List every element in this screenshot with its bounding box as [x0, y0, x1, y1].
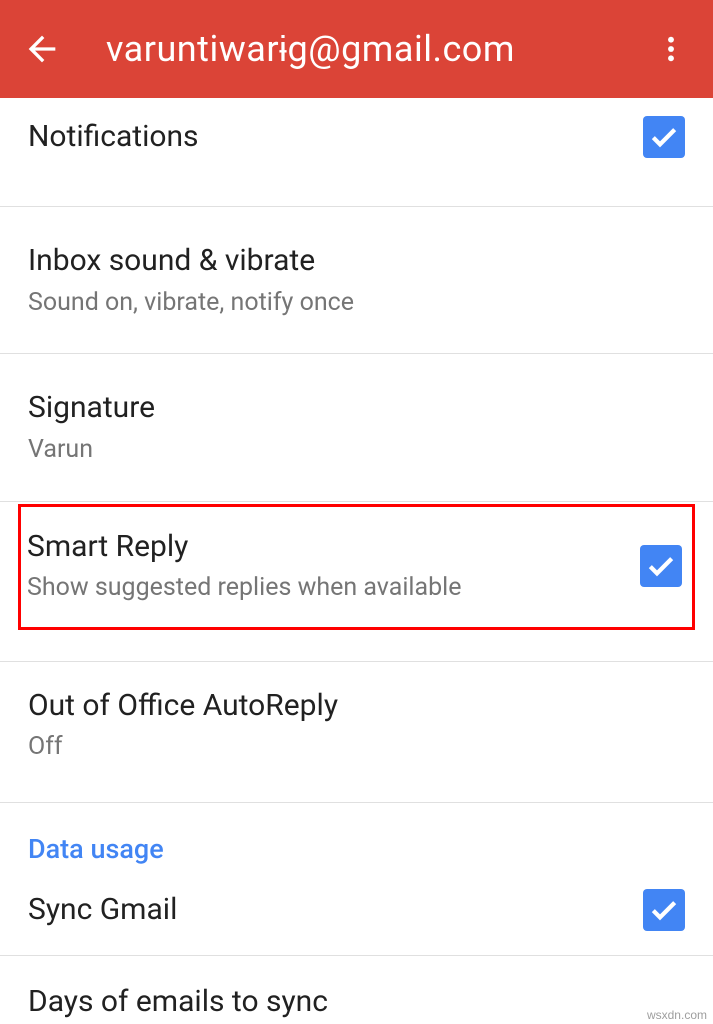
setting-out-of-office[interactable]: Out of Office AutoReply Off	[0, 662, 713, 803]
setting-smart-reply[interactable]: Smart Reply Show suggested replies when …	[21, 507, 692, 627]
check-icon	[648, 894, 680, 926]
watermark: wsxdn.com	[647, 1008, 707, 1022]
setting-title: Days of emails to sync	[28, 982, 685, 1023]
setting-subtitle: Show suggested replies when available	[27, 571, 620, 605]
setting-title: Sync Gmail	[28, 890, 623, 931]
setting-title: Smart Reply	[27, 527, 620, 568]
settings-list: Notifications Inbox sound & vibrate Soun…	[0, 98, 713, 1024]
setting-subtitle: Varun	[28, 433, 685, 467]
more-vert-icon	[655, 33, 687, 65]
setting-title: Signature	[28, 388, 685, 429]
setting-subtitle: Off	[28, 730, 685, 764]
setting-title: Inbox sound & vibrate	[28, 241, 685, 282]
smart-reply-highlight: Smart Reply Show suggested replies when …	[18, 504, 695, 630]
smart-reply-checkbox[interactable]	[640, 545, 682, 587]
divider	[0, 632, 713, 662]
setting-title: Out of Office AutoReply	[28, 686, 685, 727]
arrow-back-icon	[22, 29, 62, 69]
appbar: varuntiwarɨg@gmail.com	[0, 0, 713, 98]
notifications-checkbox[interactable]	[643, 116, 685, 158]
back-button[interactable]	[18, 25, 66, 73]
section-header-data-usage: Data usage	[0, 803, 713, 877]
overflow-menu-button[interactable]	[647, 25, 695, 73]
setting-signature[interactable]: Signature Varun	[0, 354, 713, 501]
setting-days-to-sync[interactable]: Days of emails to sync	[0, 956, 713, 1024]
setting-inbox-sound-vibrate[interactable]: Inbox sound & vibrate Sound on, vibrate,…	[0, 207, 713, 354]
setting-subtitle: Sound on, vibrate, notify once	[28, 286, 685, 320]
check-icon	[645, 550, 677, 582]
setting-title: Notifications	[28, 117, 623, 158]
check-icon	[648, 121, 680, 153]
sync-gmail-checkbox[interactable]	[643, 889, 685, 931]
appbar-title: varuntiwarɨg@gmail.com	[66, 28, 647, 70]
setting-sync-gmail[interactable]: Sync Gmail	[0, 877, 713, 956]
setting-notifications[interactable]: Notifications	[0, 98, 713, 207]
